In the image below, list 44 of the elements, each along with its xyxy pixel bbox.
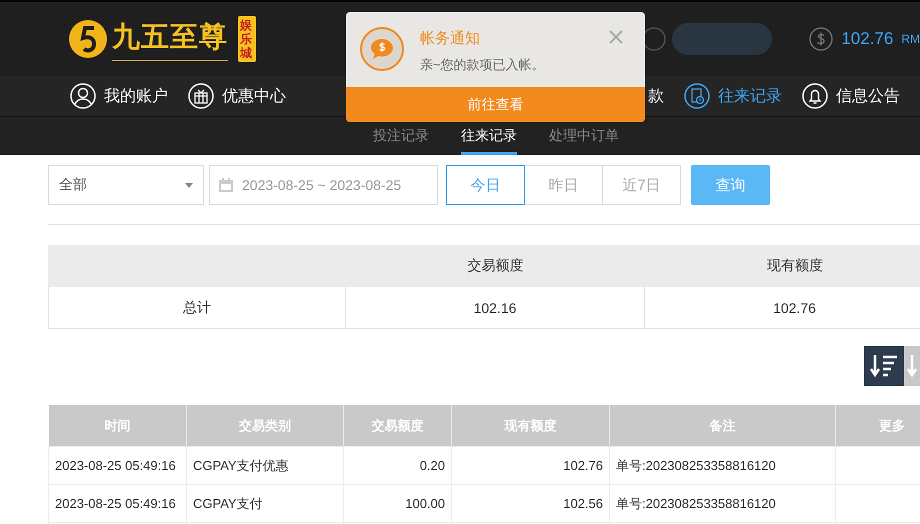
date-preset-button[interactable]: 昨日 — [524, 165, 603, 205]
down-arrow-icon — [906, 353, 918, 379]
table-cell: 102.76 — [452, 446, 610, 484]
summary-cell: 102.76 — [645, 287, 920, 329]
money-chat-icon — [370, 38, 394, 60]
nav-item[interactable]: 优惠中心 — [188, 83, 286, 109]
document-clock-icon — [684, 83, 710, 109]
table-cell: 0.20 — [344, 446, 452, 484]
table-cell: 102.56 — [452, 484, 610, 522]
table-cell: 2023-08-25 05:49:16 — [48, 484, 186, 522]
date-preset-button[interactable]: 今日 — [446, 165, 525, 205]
gift-icon — [188, 83, 214, 109]
currency-label: RM — [901, 32, 920, 46]
logo-emblem-icon — [68, 19, 108, 59]
calendar-icon — [218, 177, 234, 193]
type-dropdown[interactable]: 全部 — [48, 165, 204, 205]
table-cell: 100.00 — [344, 484, 452, 522]
table-cell: 2023-08-25 05:49:16 — [48, 446, 186, 484]
date-range-field[interactable]: 2023-08-25 ~ 2023-08-25 — [209, 165, 438, 205]
sort-descending-icon — [869, 353, 899, 379]
bell-icon — [802, 83, 828, 109]
dollar-coin-icon — [809, 27, 834, 51]
summary-header: 交易额度 — [346, 245, 645, 287]
nav-item[interactable]: 款 — [648, 86, 664, 106]
sort-descending-button[interactable] — [864, 346, 904, 386]
logo-badge: 娱乐城 — [238, 16, 256, 62]
notification-message: 亲~您的款项已入帐。 — [420, 56, 545, 74]
logo-title: 九五至尊 — [112, 18, 228, 60]
table-cell: 单号:202308253358816120 — [610, 484, 836, 522]
nav-item[interactable]: 往来记录 — [684, 83, 782, 109]
nav-item[interactable]: 信息公告 — [802, 83, 900, 109]
summary-cell: 102.16 — [346, 287, 645, 329]
table-cell: 单号:202308253358816120 — [610, 446, 836, 484]
notification-title: 帐务通知 — [420, 29, 481, 48]
balance-amount: 102.76 — [841, 29, 894, 49]
view-button[interactable]: 前往查看 — [346, 87, 645, 122]
table-cell: CGPAY支付 — [186, 484, 344, 522]
nav-item[interactable]: 我的账户 — [70, 83, 168, 109]
caret-icon — [185, 182, 193, 188]
close-icon — [609, 30, 623, 44]
table-cell: CGPAY支付优惠 — [186, 446, 344, 484]
summary-header: 现有额度 — [645, 245, 920, 287]
date-preset-button[interactable]: 近7日 — [602, 165, 681, 205]
summary-cell: 总计 — [48, 287, 346, 329]
